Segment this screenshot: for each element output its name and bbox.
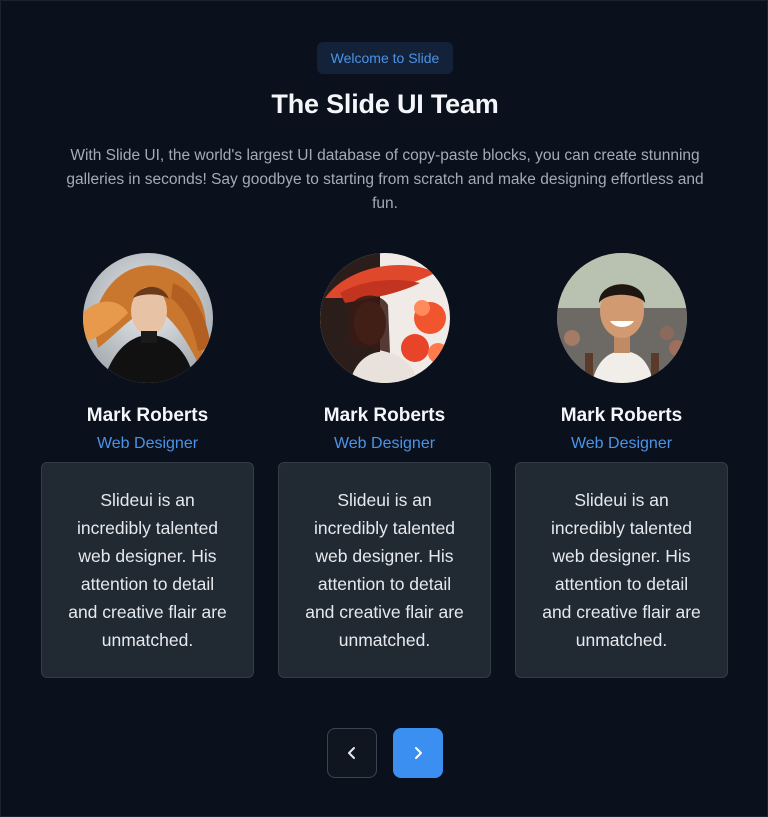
chevron-right-icon <box>415 747 422 759</box>
team-member-card: Mark Roberts Web Designer Slideui is an … <box>278 253 491 678</box>
avatar <box>319 253 450 383</box>
page-title: The Slide UI Team <box>271 89 499 119</box>
chevron-left-icon <box>348 747 355 759</box>
member-name: Mark Roberts <box>560 405 683 426</box>
next-button[interactable] <box>393 728 443 778</box>
member-bio: Slideui is an incredibly talented web de… <box>68 490 227 650</box>
member-role: Web Designer <box>570 435 673 452</box>
member-bio-card: Slideui is an incredibly talented web de… <box>41 462 254 678</box>
member-role: Web Designer <box>96 435 199 452</box>
avatar <box>556 253 687 383</box>
member-name: Mark Roberts <box>86 405 209 426</box>
member-bio: Slideui is an incredibly talented web de… <box>542 490 701 650</box>
member-bio-card: Slideui is an incredibly talented web de… <box>278 462 491 678</box>
woman-portrait-image <box>319 253 450 383</box>
team-member-card: Mark Roberts Web Designer Slideui is an … <box>515 253 728 678</box>
member-bio-card: Slideui is an incredibly talented web de… <box>515 462 728 678</box>
team-member-card: Mark Roberts Web Designer Slideui is an … <box>41 253 254 678</box>
member-bio: Slideui is an incredibly talented web de… <box>305 490 464 650</box>
welcome-badge: Welcome to Slide <box>317 42 453 74</box>
member-role: Web Designer <box>333 435 436 452</box>
previous-button[interactable] <box>327 728 377 778</box>
avatar <box>82 253 213 383</box>
member-name: Mark Roberts <box>323 405 446 426</box>
page-subtitle: With Slide UI, the world's largest UI da… <box>66 147 704 212</box>
man-portrait-image <box>556 253 687 383</box>
woman-portrait-image <box>82 253 213 383</box>
team-section: Welcome to Slide The Slide UI Team With … <box>0 0 768 817</box>
